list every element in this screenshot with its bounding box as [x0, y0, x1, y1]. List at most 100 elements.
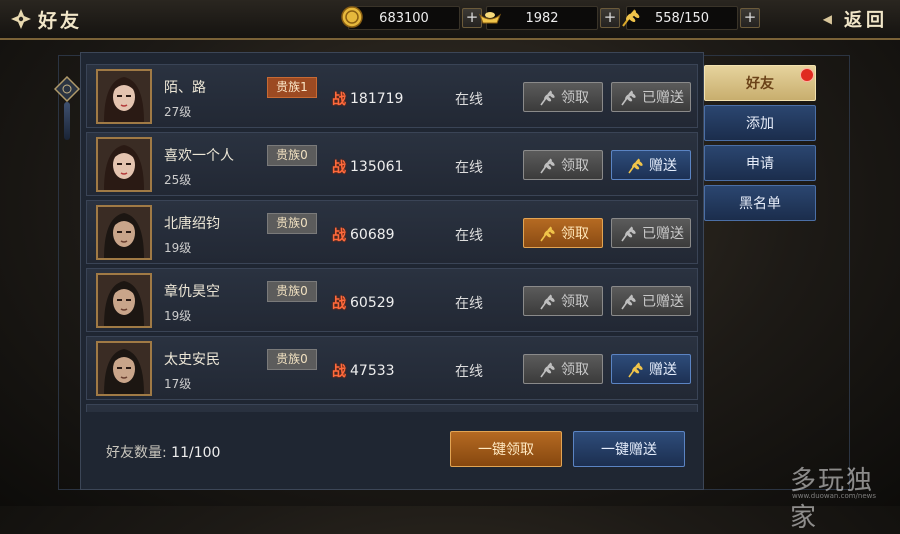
wheat-icon	[537, 155, 557, 175]
online-status: 在线	[455, 364, 483, 380]
friend-name: 陌、路	[164, 80, 206, 96]
avatar[interactable]	[96, 69, 152, 124]
claim-button[interactable]: 领取	[523, 150, 603, 180]
friend-row-partial[interactable]	[86, 404, 698, 412]
avatar[interactable]	[96, 205, 152, 260]
noble-rank-badge: 贵族1	[267, 77, 317, 98]
wheat-icon	[618, 291, 638, 311]
avatar[interactable]	[96, 137, 152, 192]
claim-button[interactable]: 领取	[523, 218, 603, 248]
combat-power: 战 135061	[332, 157, 403, 177]
wheat-icon	[537, 291, 557, 311]
avatar[interactable]	[96, 273, 152, 328]
gift-all-button[interactable]: 一键赠送	[573, 431, 685, 467]
friend-row[interactable]: 太史安民 17级 贵族0 战 47533 在线 领取 赠送	[86, 336, 698, 400]
back-label: 返回	[844, 10, 888, 31]
gift-label: 已赠送	[642, 226, 684, 242]
gift-label: 已赠送	[642, 294, 684, 310]
friend-name: 北唐绍钧	[164, 216, 220, 232]
tab-add[interactable]: 添加	[704, 105, 816, 141]
gift-button[interactable]: 已赠送	[611, 218, 691, 248]
combat-power-value: 60689	[350, 227, 395, 243]
wheat-icon	[537, 223, 557, 243]
wheat-icon	[625, 359, 645, 379]
avatar[interactable]	[96, 341, 152, 396]
wheat-icon	[537, 87, 557, 107]
gift-label: 已赠送	[642, 90, 684, 106]
resource-ingots: 1982 +	[478, 6, 620, 30]
coin-amount: 683100	[348, 6, 460, 30]
friend-name: 喜欢一个人	[164, 148, 234, 164]
gift-label: 赠送	[649, 158, 677, 174]
friend-count: 好友数量: 11/100	[106, 442, 220, 462]
gift-label: 赠送	[649, 362, 677, 378]
friend-name: 章仇昊空	[164, 284, 220, 300]
combat-power: 战 47533	[332, 361, 395, 381]
claim-label: 领取	[561, 226, 589, 242]
combat-power-value: 135061	[350, 159, 404, 175]
golden-wheat-icon	[622, 9, 640, 27]
friend-row[interactable]: 章仇昊空 19级 贵族0 战 60529 在线 领取 已赠送	[86, 268, 698, 332]
diamond-ornament-icon	[10, 8, 32, 30]
tab-label: 添加	[746, 116, 774, 132]
combat-power-icon: 战	[332, 228, 346, 244]
wheat-icon	[625, 155, 645, 175]
friend-list-footer: 好友数量: 11/100 一键领取 一键赠送	[86, 414, 698, 486]
friend-level: 27级	[164, 105, 192, 119]
noble-rank-badge: 贵族0	[267, 349, 317, 370]
friend-count-label: 好友数量:	[106, 445, 167, 461]
tab-friends[interactable]: 好友	[704, 65, 816, 101]
combat-power: 战 60529	[332, 293, 395, 313]
combat-power-icon: 战	[332, 92, 346, 108]
claim-all-button[interactable]: 一键领取	[450, 431, 562, 467]
ingot-amount: 1982	[486, 6, 598, 30]
friend-name: 太史安民	[164, 352, 220, 368]
online-status: 在线	[455, 228, 483, 244]
notification-badge-icon	[800, 68, 814, 82]
friend-row[interactable]: 北唐绍钧 19级 贵族0 战 60689 在线 领取 已赠送	[86, 200, 698, 264]
wheat-icon	[537, 359, 557, 379]
wheat-icon	[618, 87, 638, 107]
add-ingots-button[interactable]: +	[600, 8, 620, 28]
wheat-amount: 558/150	[626, 6, 738, 30]
combat-power-value: 47533	[350, 363, 395, 379]
online-status: 在线	[455, 92, 483, 108]
online-status: 在线	[455, 160, 483, 176]
claim-label: 领取	[561, 90, 589, 106]
friend-level: 19级	[164, 241, 192, 255]
tab-label: 好友	[746, 76, 774, 92]
online-status: 在线	[455, 296, 483, 312]
top-bar: 好友 683100 + 1982 + 558/150 + ◀ 返回	[0, 0, 900, 40]
tab-requests[interactable]: 申请	[704, 145, 816, 181]
add-wheat-button[interactable]: +	[740, 8, 760, 28]
claim-button[interactable]: 领取	[523, 354, 603, 384]
combat-power-value: 60529	[350, 295, 395, 311]
back-button[interactable]: ◀ 返回	[823, 5, 888, 33]
gift-button[interactable]: 已赠送	[611, 82, 691, 112]
gift-button[interactable]: 已赠送	[611, 286, 691, 316]
gift-button[interactable]: 赠送	[611, 354, 691, 384]
claim-button[interactable]: 领取	[523, 82, 603, 112]
friend-row[interactable]: 喜欢一个人 25级 贵族0 战 135061 在线 领取 赠送	[86, 132, 698, 196]
watermark-url: www.duowan.com/news	[792, 492, 877, 500]
combat-power-icon: 战	[332, 160, 346, 176]
friend-level: 19级	[164, 309, 192, 323]
friend-list[interactable]: 陌、路 27级 贵族1 战 181719 在线 领取 已赠送 喜欢一个人 25级 贵族0 战 13506…	[86, 64, 698, 412]
claim-button[interactable]: 领取	[523, 286, 603, 316]
back-arrow-icon: ◀	[822, 12, 836, 26]
combat-power-icon: 战	[332, 296, 346, 312]
gold-coin-icon	[341, 6, 363, 28]
gift-button[interactable]: 赠送	[611, 150, 691, 180]
tab-label: 黑名单	[739, 196, 781, 212]
wheat-icon	[618, 223, 638, 243]
noble-rank-badge: 贵族0	[267, 213, 317, 234]
combat-power-value: 181719	[350, 91, 404, 107]
combat-power: 战 60689	[332, 225, 395, 245]
claim-label: 领取	[561, 158, 589, 174]
panel-ornament-icon	[54, 76, 80, 102]
tab-blacklist[interactable]: 黑名单	[704, 185, 816, 221]
friend-row[interactable]: 陌、路 27级 贵族1 战 181719 在线 领取 已赠送	[86, 64, 698, 128]
resource-wheat: 558/150 +	[622, 6, 760, 30]
friend-level: 25级	[164, 173, 192, 187]
friend-level: 17级	[164, 377, 192, 391]
